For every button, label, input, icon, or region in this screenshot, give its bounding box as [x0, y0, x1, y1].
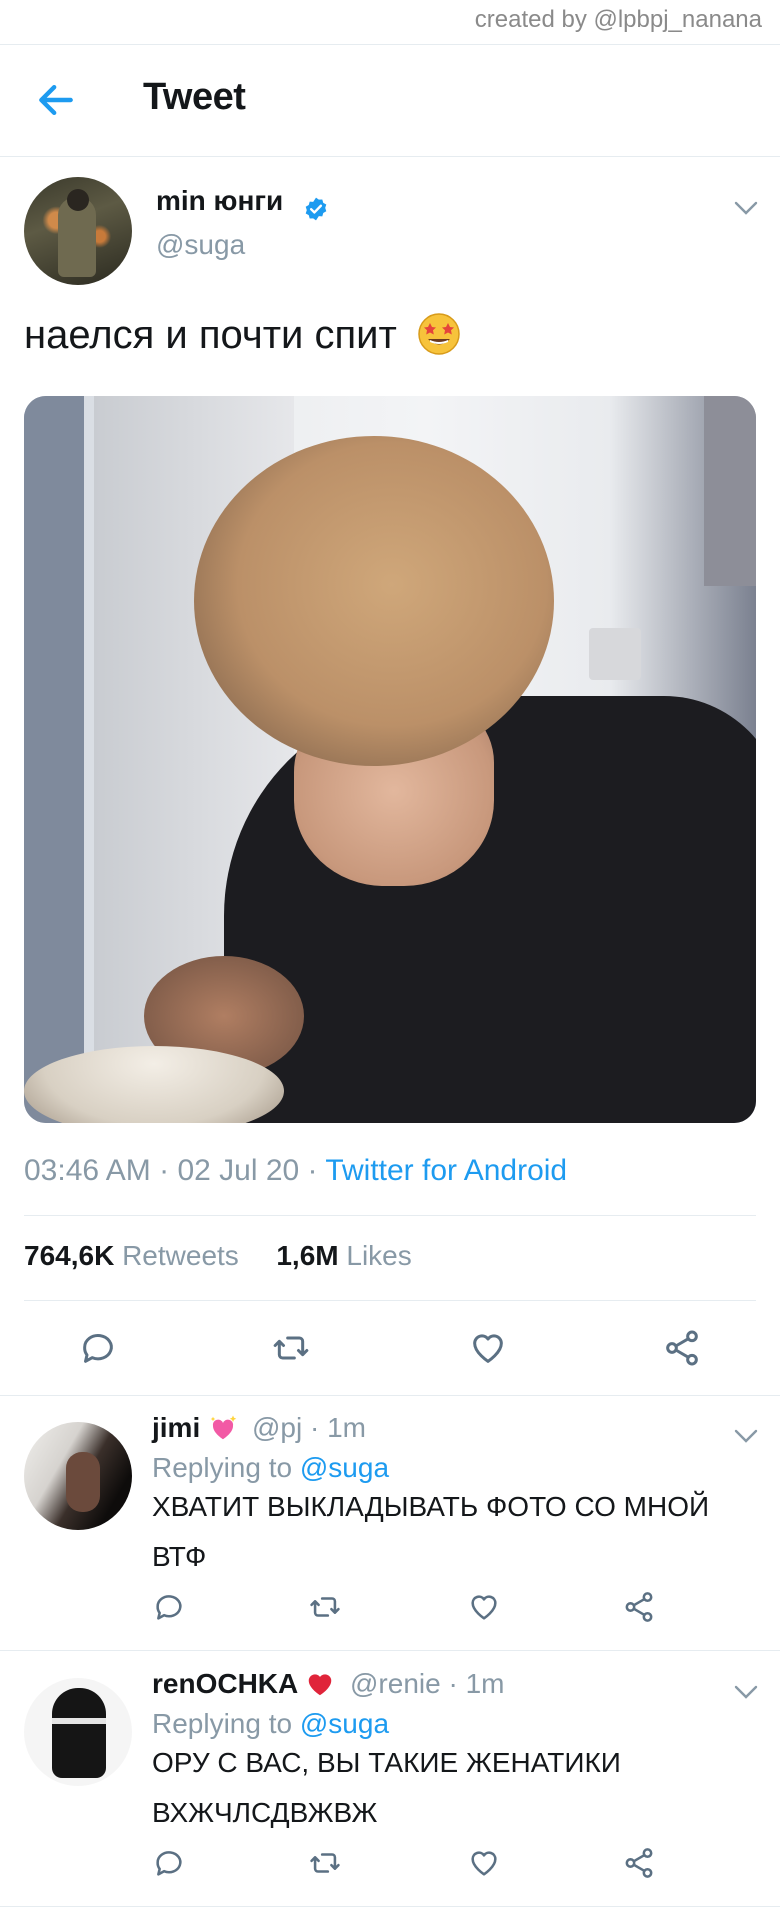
replying-to: Replying to @suga: [152, 1452, 389, 1484]
tweet-date: 02 Jul 20: [177, 1154, 300, 1187]
meta-separator: ·: [150, 1154, 178, 1187]
reply-icon: [156, 1851, 182, 1876]
arrow-left-icon: [39, 84, 73, 116]
reply-time: · 1m: [310, 1412, 366, 1443]
share-icon: [625, 1848, 653, 1878]
retweets-count: 764,6K: [24, 1240, 115, 1271]
reply-handle[interactable]: @pj: [252, 1412, 302, 1443]
tweet-stats: 764,6K Retweets 1,6M Likes: [24, 1240, 412, 1272]
tweet-text: наелся и почти спит: [24, 310, 462, 358]
like-button[interactable]: [467, 1590, 501, 1624]
reply-author-name[interactable]: renOCHKA: [152, 1668, 335, 1700]
reply-button[interactable]: [152, 1846, 186, 1880]
replying-to-link[interactable]: @suga: [300, 1452, 389, 1483]
reply-divider: [0, 1906, 780, 1907]
retweet-button[interactable]: [308, 1846, 342, 1880]
author-handle[interactable]: @suga: [156, 229, 245, 261]
reply-text: ОРУ С ВАС, ВЫ ТАКИЕ ЖЕНАТИКИ ВХЖЧЛСДВЖВЖ: [152, 1747, 621, 1828]
likes-count: 1,6M: [276, 1240, 339, 1271]
reply-button[interactable]: [78, 1328, 118, 1368]
back-button[interactable]: [34, 78, 78, 122]
top-divider: [0, 44, 780, 45]
retweets-label: Retweets: [122, 1240, 239, 1271]
share-button[interactable]: [622, 1846, 656, 1880]
reply-author-name-text: renOCHKA: [152, 1668, 298, 1699]
reply-divider: [0, 1650, 780, 1651]
retweet-icon: [310, 1597, 340, 1617]
share-button[interactable]: [622, 1590, 656, 1624]
tweet-menu-button[interactable]: [733, 200, 759, 216]
meta-separator: ·: [299, 1154, 326, 1187]
heart-icon: [471, 1595, 497, 1620]
reply-menu-button[interactable]: [733, 1684, 759, 1700]
tweet-text-content: наелся и почти спит: [24, 313, 397, 357]
reply-time: · 1m: [448, 1668, 505, 1699]
reply-menu-button[interactable]: [733, 1428, 759, 1444]
author-name[interactable]: min юнги: [156, 185, 283, 217]
red-heart-emoji-icon: [308, 1674, 332, 1696]
like-button[interactable]: [468, 1328, 508, 1368]
reply-icon: [83, 1334, 113, 1363]
chevron-down-icon: [734, 1429, 758, 1443]
replying-to: Replying to @suga: [152, 1708, 389, 1740]
share-icon: [625, 1592, 653, 1622]
watermark: created by @lpbpj_nanana: [474, 6, 762, 33]
tweet-time: 03:46 AM: [24, 1154, 151, 1187]
author-avatar[interactable]: [24, 177, 132, 285]
reply-author-name[interactable]: jimi: [152, 1412, 238, 1444]
reply-text: ХВАТИТ ВЫКЛАДЫВАТЬ ФОТО СО МНОЙ ВТФ: [152, 1491, 710, 1572]
share-button[interactable]: [662, 1328, 702, 1368]
likes-stat[interactable]: 1,6M Likes: [276, 1240, 411, 1271]
reply-author-name-text: jimi: [152, 1412, 201, 1443]
reply-meta: @renie · 1m: [350, 1668, 504, 1700]
chevron-down-icon: [734, 1685, 758, 1699]
stats-top-divider: [24, 1215, 756, 1216]
replying-to-link[interactable]: @suga: [300, 1708, 389, 1739]
heart-icon: [471, 1851, 497, 1876]
share-icon: [666, 1330, 698, 1366]
star-struck-emoji-icon: [416, 310, 462, 356]
chevron-down-icon: [734, 201, 758, 215]
page-title: Tweet: [143, 76, 246, 118]
likes-label: Likes: [346, 1240, 412, 1271]
reply-handle[interactable]: @renie: [350, 1668, 441, 1699]
retweet-icon: [273, 1336, 309, 1360]
reply-avatar[interactable]: [24, 1422, 132, 1530]
like-button[interactable]: [467, 1846, 501, 1880]
retweet-button[interactable]: [308, 1590, 342, 1624]
reply-section-divider: [0, 1395, 780, 1396]
reply-icon: [156, 1595, 182, 1620]
retweet-button[interactable]: [271, 1328, 311, 1368]
replying-prefix: Replying to: [152, 1452, 293, 1483]
retweet-icon: [310, 1853, 340, 1873]
tweet-source-link[interactable]: Twitter for Android: [325, 1154, 567, 1187]
heart-icon: [473, 1334, 503, 1363]
retweets-stat[interactable]: 764,6K Retweets: [24, 1240, 239, 1271]
tweet-photo[interactable]: [24, 396, 756, 1123]
replying-prefix: Replying to: [152, 1708, 293, 1739]
sparkling-heart-emoji-icon: [210, 1415, 237, 1440]
reply-meta: @pj · 1m: [252, 1412, 366, 1444]
reply-button[interactable]: [152, 1590, 186, 1624]
stats-bottom-divider: [24, 1300, 756, 1301]
header-divider: [0, 156, 780, 157]
reply-avatar[interactable]: [24, 1678, 132, 1786]
tweet-meta: 03:46 AM · 02 Jul 20 · Twitter for Andro…: [24, 1154, 567, 1188]
verified-badge-icon: [303, 196, 329, 222]
